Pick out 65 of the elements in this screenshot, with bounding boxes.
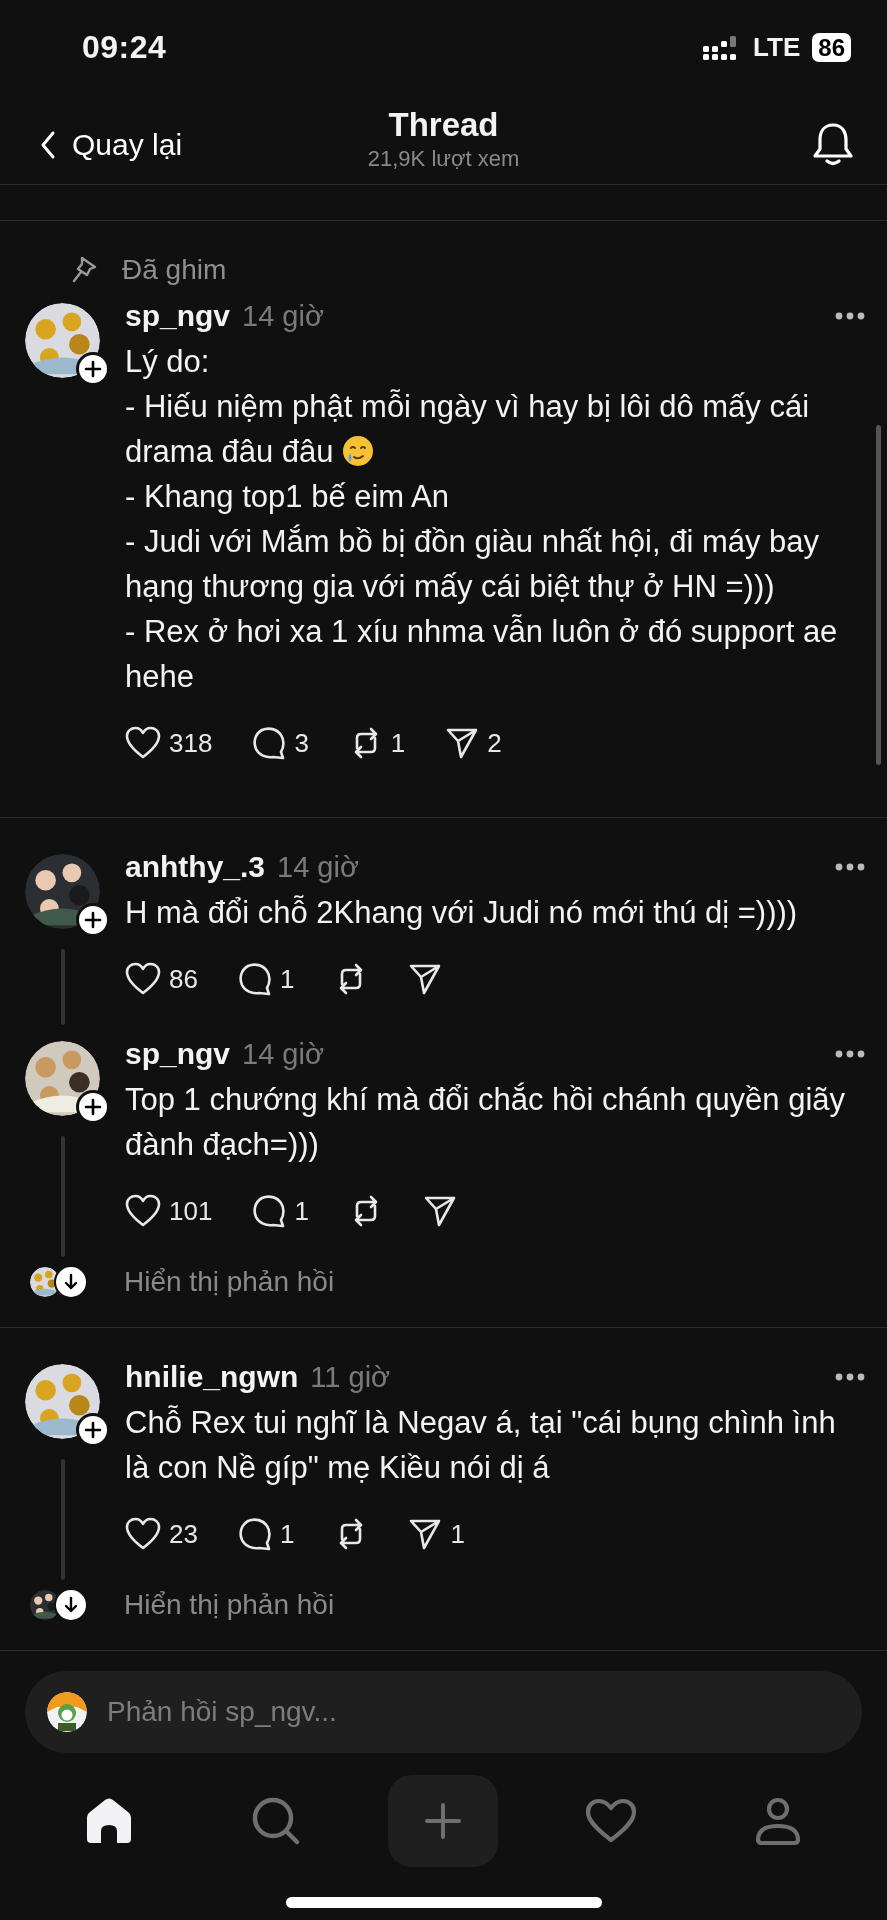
plus-icon[interactable]	[84, 1098, 102, 1117]
action-count: 101	[169, 1195, 213, 1227]
page-title: Thread	[388, 105, 499, 144]
send-icon[interactable]	[408, 1517, 443, 1552]
compose-button[interactable]	[388, 1775, 499, 1868]
back-button[interactable]: Quay lại	[40, 127, 183, 162]
heart-icon[interactable]	[125, 1517, 161, 1552]
heart-icon[interactable]	[125, 962, 161, 997]
post-text: Chỗ Rex tui nghĩ là Negav á, tại "cái bụng chình ình là con Nề gíp" mẹ Kiều nói dị á	[125, 1404, 837, 1488]
speech-bubble-icon[interactable]	[237, 1517, 272, 1552]
pinned-label: Đã ghim	[122, 254, 227, 287]
clock-time: 09:24	[82, 29, 167, 67]
action-count: 86	[169, 963, 198, 995]
post-text: Lý do:	[125, 343, 211, 382]
action-count: 23	[169, 1518, 198, 1550]
username[interactable]: sp_ngv	[125, 1037, 231, 1072]
profile-icon[interactable]	[754, 1796, 803, 1847]
down-arrow-icon[interactable]	[63, 1273, 79, 1292]
post-text: - Rex ở hơi xa 1 xíu nhma vẫn luôn ở đó support ae hehe	[125, 613, 839, 697]
search-icon[interactable]	[251, 1796, 302, 1847]
action-count: 1	[279, 1518, 295, 1550]
send-icon[interactable]	[408, 962, 443, 997]
speech-bubble-icon[interactable]	[237, 962, 272, 997]
view-count: 21,9K lượt xem	[367, 145, 520, 172]
action-count: 1	[450, 1518, 465, 1550]
battery-indicator: 86	[812, 33, 851, 63]
back-icon[interactable]	[40, 129, 56, 160]
username[interactable]: hnilie_ngwn	[125, 1360, 299, 1395]
heart-icon[interactable]	[125, 1194, 161, 1229]
plus-icon[interactable]	[84, 911, 102, 930]
post-text: - Hiếu niệm phật mỗi ngày vì hay bị lôi dô mấy cái drama đâu đâu	[125, 388, 811, 472]
reply-bar[interactable]: Phản hồi sp_ngv...	[25, 1671, 862, 1754]
network-label: LTE	[753, 32, 801, 64]
post-time: 14 giờ	[242, 1037, 324, 1071]
action-count: 1	[279, 963, 295, 995]
post-text: H mà đổi chỗ 2Khang với Judi nó mới thú dị =))))	[125, 894, 799, 933]
plus-icon[interactable]	[84, 1421, 102, 1440]
send-icon[interactable]	[422, 1194, 457, 1229]
speech-bubble-icon[interactable]	[252, 1194, 287, 1229]
notification-bell-icon[interactable]	[812, 120, 854, 167]
post-text: - Khang top1 bế eim An	[125, 478, 450, 517]
action-count: 1	[294, 1195, 309, 1227]
more-options-icon[interactable]	[835, 1050, 865, 1059]
more-options-icon[interactable]	[835, 312, 865, 321]
down-arrow-icon[interactable]	[63, 1596, 79, 1615]
more-options-icon[interactable]	[835, 863, 865, 872]
username[interactable]: anhthy_.3	[125, 850, 266, 885]
username[interactable]: sp_ngv	[125, 299, 231, 334]
action-count: 3	[294, 727, 309, 759]
send-icon[interactable]	[445, 726, 480, 761]
post-time: 14 giờ	[277, 850, 359, 884]
plus-icon[interactable]	[84, 360, 102, 379]
show-replies-link[interactable]: Hiển thị phản hồi	[124, 1589, 335, 1622]
action-count: 1	[390, 727, 406, 759]
action-count: 318	[169, 727, 213, 759]
post-time: 11 giờ	[310, 1360, 391, 1394]
reply-input[interactable]: Phản hồi sp_ngv...	[105, 1695, 840, 1730]
post-time: 14 giờ	[242, 299, 324, 333]
heart-icon[interactable]	[125, 726, 161, 761]
action-count: 2	[487, 727, 502, 759]
post-text: Top 1 chướng khí mà đổi chắc hồi chánh quyền giãy đành đạch=)))	[125, 1081, 847, 1165]
show-replies-link[interactable]: Hiển thị phản hồi	[124, 1266, 335, 1299]
more-options-icon[interactable]	[835, 1373, 865, 1382]
speech-bubble-icon[interactable]	[252, 726, 287, 761]
post-text: - Judi với Mắm bồ bị đồn giàu nhất hội, đi máy bay hạng thương gia với mấy cái biệt thự ở HN =)))	[125, 523, 821, 607]
